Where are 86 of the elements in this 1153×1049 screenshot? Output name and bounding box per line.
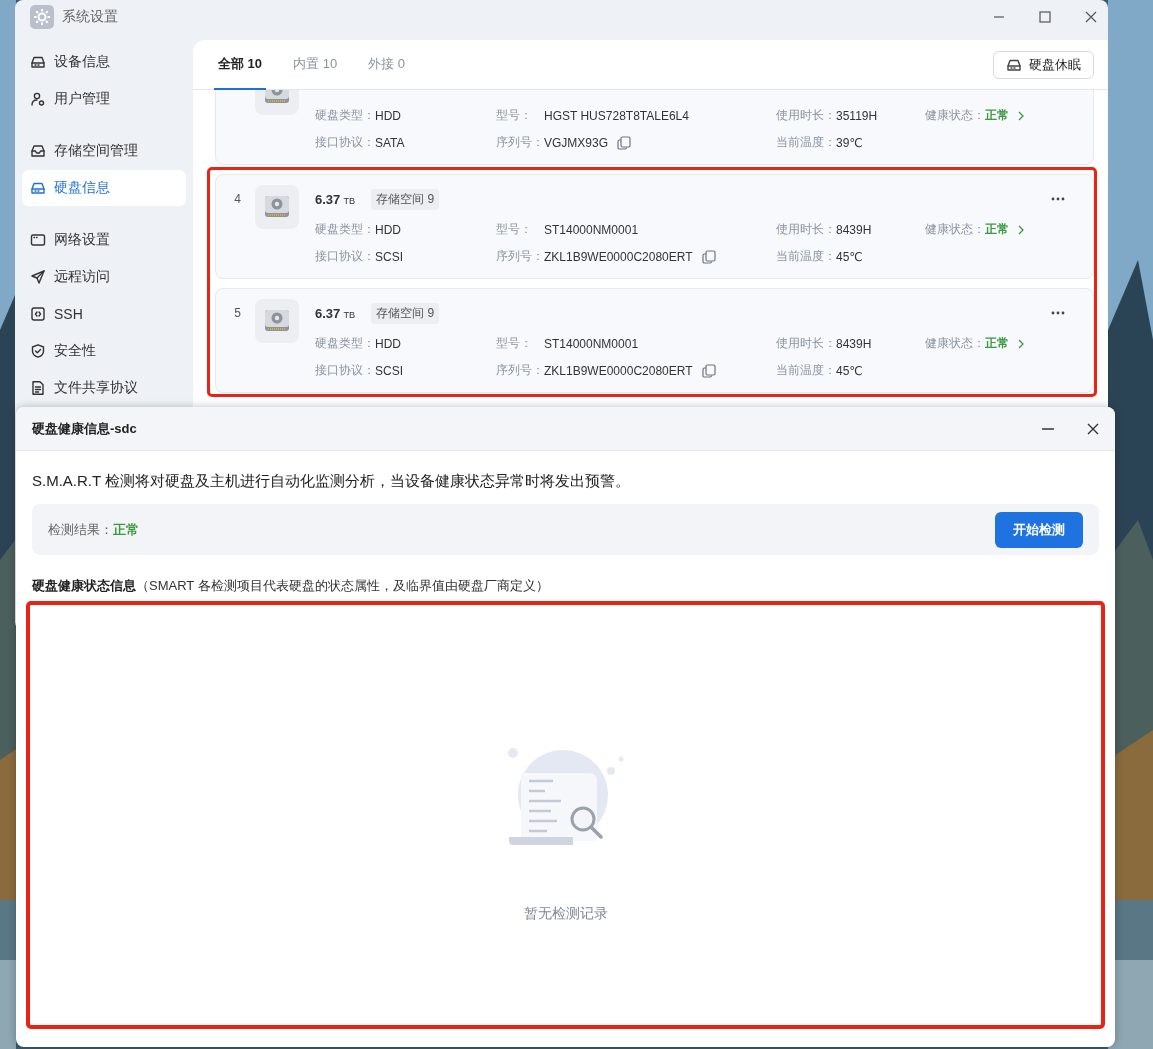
field-label: 硬盘类型：	[315, 107, 375, 124]
sleep-button[interactable]: 硬盘休眠	[993, 50, 1094, 79]
field-value: ZKL1B9WE0000C2080ERT	[544, 363, 693, 378]
field-label: 使用时长：	[776, 335, 836, 352]
sidebar-item[interactable]: 安全性	[22, 333, 186, 369]
send-icon	[30, 269, 46, 285]
health-status: 正常	[985, 335, 1009, 352]
field-value: HGST HUS728T8TALE6L4	[544, 108, 689, 123]
sidebar-item[interactable]: 用户管理	[22, 81, 186, 117]
field-value: VGJMX93G	[544, 135, 609, 150]
health-status: 正常	[985, 107, 1009, 124]
field-label: 型号：	[496, 335, 533, 352]
window-icon	[30, 232, 46, 248]
field-label: 型号：	[496, 221, 533, 238]
field-value: HDD	[375, 108, 401, 123]
field-value: SCSI	[375, 363, 403, 378]
gear-icon	[30, 5, 54, 29]
field-label: 健康状态：	[925, 221, 985, 238]
document-icon	[30, 380, 46, 396]
close-icon[interactable]	[1085, 11, 1097, 23]
section-heading: 硬盘健康状态信息（SMART 各检测项目代表硬盘的状态属性，及临界值由硬盘厂商定义）	[32, 577, 550, 595]
copy-icon[interactable]	[701, 249, 716, 264]
sidebar-item[interactable]: 网络设置	[22, 222, 186, 258]
field-value: HDD	[375, 336, 401, 351]
field-value: 8439H	[836, 336, 872, 351]
field-value: ZKL1B9WE0000C2080ERT	[544, 249, 693, 264]
empty-state-text: 暂无检测记录	[523, 905, 608, 923]
field-label: 序列号：	[496, 134, 544, 151]
tray-icon	[30, 143, 46, 159]
copy-icon[interactable]	[701, 363, 716, 378]
field-value: HDD	[375, 222, 401, 237]
field-label: 序列号：	[496, 362, 544, 379]
field-label: 健康状态：	[925, 335, 985, 352]
field-value: SATA	[375, 135, 405, 150]
sidebar-item[interactable]: SSH	[22, 296, 186, 332]
field-label: 硬盘类型：	[315, 335, 375, 352]
result-text: 检测结果：正常	[48, 520, 139, 539]
description-text: S.M.A.R.T 检测将对硬盘及主机进行自动化监测分析，当设备健康状态异常时将发出预警。	[32, 471, 632, 491]
field-label: 接口协议：	[315, 248, 375, 265]
storage-pool-tag: 存储空间 9	[371, 302, 440, 324]
field-value: 45℃	[836, 249, 863, 264]
chevron-right-icon[interactable]	[1017, 224, 1025, 235]
disk-size: 6.37 TB	[315, 191, 356, 207]
sidebar-item[interactable]: 存储空间管理	[22, 133, 186, 169]
field-label: 使用时长：	[776, 107, 836, 124]
field-label: 硬盘类型：	[315, 221, 375, 238]
field-label: 接口协议：	[315, 362, 375, 379]
field-value: 39℃	[836, 135, 863, 150]
copy-icon[interactable]	[617, 135, 632, 150]
window-title: 系统设置	[62, 8, 118, 26]
start-check-button[interactable]: 开始检测	[995, 511, 1083, 548]
field-value: ST14000NM0001	[544, 222, 639, 237]
dialog-title: 硬盘健康信息-sdc	[32, 419, 137, 438]
field-label: 当前温度：	[776, 134, 836, 151]
field-label: 使用时长：	[776, 221, 836, 238]
maximize-icon[interactable]	[1039, 11, 1051, 23]
disk-size: 6.37 TB	[315, 305, 356, 321]
drive-icon	[30, 180, 46, 196]
close-icon[interactable]	[1087, 422, 1099, 435]
chevron-right-icon[interactable]	[1017, 110, 1025, 121]
shield-icon	[30, 343, 46, 359]
drive-icon	[30, 54, 46, 70]
field-value: ST14000NM0001	[544, 336, 639, 351]
field-value: 45℃	[836, 363, 863, 378]
field-value: SCSI	[375, 249, 403, 264]
field-label: 当前温度：	[776, 248, 836, 265]
field-label: 当前温度：	[776, 362, 836, 379]
health-status: 正常	[985, 221, 1009, 238]
storage-pool-tag: 存储空间 9	[371, 188, 440, 210]
field-label: 型号：	[496, 107, 533, 124]
field-value: 35119H	[836, 108, 878, 123]
user-gear-icon	[30, 91, 46, 107]
field-label: 序列号：	[496, 248, 544, 265]
sidebar-item[interactable]: 文件共享协议	[22, 370, 186, 406]
field-value: 8439H	[836, 222, 872, 237]
row-number: 4	[234, 192, 241, 206]
field-label: 接口协议：	[315, 134, 375, 151]
sidebar-item[interactable]: 硬盘信息	[22, 170, 186, 206]
field-label: 健康状态：	[925, 107, 985, 124]
code-icon	[30, 306, 46, 322]
sidebar-item[interactable]: 远程访问	[22, 259, 186, 295]
chevron-right-icon[interactable]	[1017, 338, 1025, 349]
more-icon[interactable]	[1051, 311, 1065, 315]
sidebar-item[interactable]: 设备信息	[22, 44, 186, 80]
row-number: 5	[234, 306, 241, 320]
more-icon[interactable]	[1051, 197, 1065, 201]
